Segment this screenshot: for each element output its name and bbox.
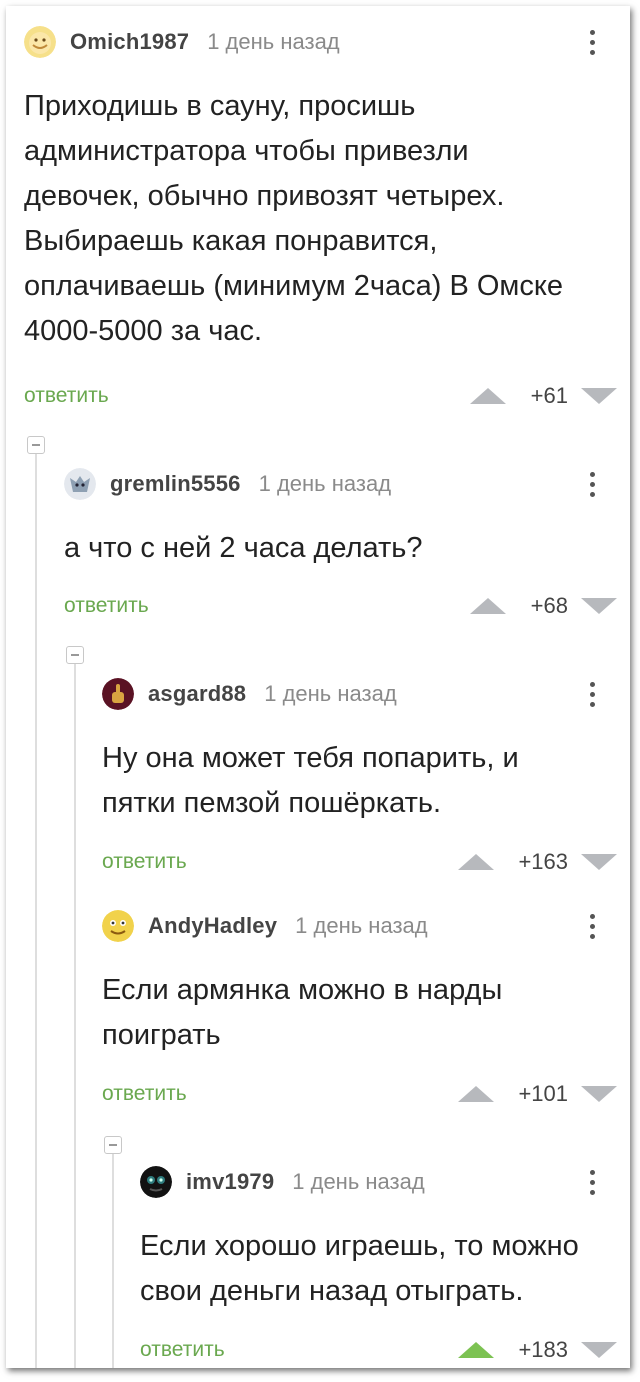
username[interactable]: imv1979 xyxy=(186,1169,274,1195)
rating-score: +183 xyxy=(518,1337,568,1362)
downvote-icon[interactable] xyxy=(581,854,617,870)
collapse-toggle-level2[interactable] xyxy=(66,646,84,664)
more-options-icon[interactable] xyxy=(588,1170,596,1200)
downvote-icon[interactable] xyxy=(581,388,617,404)
gremlin-avatar[interactable] xyxy=(64,468,96,500)
comment: Omich1987 1 день назад Приходишь в сауну… xyxy=(24,22,617,412)
comment: gremlin5556 1 день назад а что с ней 2 ч… xyxy=(64,464,617,624)
downvote-icon[interactable] xyxy=(581,598,617,614)
comment: asgard88 1 день назад Ну она может тебя … xyxy=(102,674,617,884)
reply-link[interactable]: ответить xyxy=(102,850,187,874)
dark-creature-avatar[interactable] xyxy=(140,1166,172,1198)
timestamp: 1 день назад xyxy=(264,681,397,706)
comment-text: Если армянка можно в нарды поиграть xyxy=(102,974,503,1051)
reply-link[interactable]: ответить xyxy=(64,594,149,618)
comment-text: Если хорошо играешь, то можно свои деньг… xyxy=(140,1230,579,1307)
more-options-icon[interactable] xyxy=(588,30,596,60)
timestamp: 1 день назад xyxy=(207,29,340,54)
rating-score: +61 xyxy=(530,383,568,408)
comment-thread: Omich1987 1 день назад Приходишь в сауну… xyxy=(6,6,630,1368)
thread-line-level1 xyxy=(35,454,37,1368)
collapse-toggle-level3[interactable] xyxy=(104,1136,122,1154)
comment-text: Приходишь в сауну, просишь администратор… xyxy=(24,90,564,347)
smiley-face-avatar[interactable] xyxy=(24,26,56,58)
comment-header: imv1979 1 день назад xyxy=(140,1162,425,1202)
rating-score: +68 xyxy=(530,593,568,618)
comment-text: Ну она может тебя попарить, и пятки пемз… xyxy=(102,742,519,819)
comment-text: а что с ней 2 часа делать? xyxy=(64,532,423,564)
username[interactable]: gremlin5556 xyxy=(110,471,241,497)
username[interactable]: asgard88 xyxy=(148,681,246,707)
comment: imv1979 1 день назад Если хорошо играешь… xyxy=(140,1162,617,1362)
comment: AndyHadley 1 день назад Если армянка мож… xyxy=(102,906,617,1116)
downvote-icon[interactable] xyxy=(581,1342,617,1358)
reply-link[interactable]: ответить xyxy=(24,384,109,408)
comment-header: Omich1987 1 день назад xyxy=(24,22,340,62)
rating-score: +163 xyxy=(518,849,568,874)
comment-header: AndyHadley 1 день назад xyxy=(102,906,428,946)
timestamp: 1 день назад xyxy=(292,1169,425,1194)
collapse-toggle-level1[interactable] xyxy=(27,436,45,454)
upvote-icon[interactable] xyxy=(458,1342,494,1358)
more-options-icon[interactable] xyxy=(588,472,596,502)
hand-gesture-avatar[interactable] xyxy=(102,678,134,710)
reply-link[interactable]: ответить xyxy=(102,1082,187,1106)
username[interactable]: Omich1987 xyxy=(70,29,189,55)
more-options-icon[interactable] xyxy=(588,682,596,712)
timestamp: 1 день назад xyxy=(295,913,428,938)
upvote-icon[interactable] xyxy=(458,1086,494,1102)
timestamp: 1 день назад xyxy=(258,471,392,496)
thread-line-level2 xyxy=(74,664,76,1368)
rating-score: +101 xyxy=(518,1081,568,1106)
yellow-face-avatar[interactable] xyxy=(102,910,134,942)
thread-line-level3 xyxy=(112,1154,114,1368)
comment-header: gremlin5556 1 день назад xyxy=(64,464,391,504)
downvote-icon[interactable] xyxy=(581,1086,617,1102)
reply-link[interactable]: ответить xyxy=(140,1338,225,1362)
upvote-icon[interactable] xyxy=(458,854,494,870)
comment-header: asgard88 1 день назад xyxy=(102,674,397,714)
username[interactable]: AndyHadley xyxy=(148,913,277,939)
more-options-icon[interactable] xyxy=(588,914,596,944)
